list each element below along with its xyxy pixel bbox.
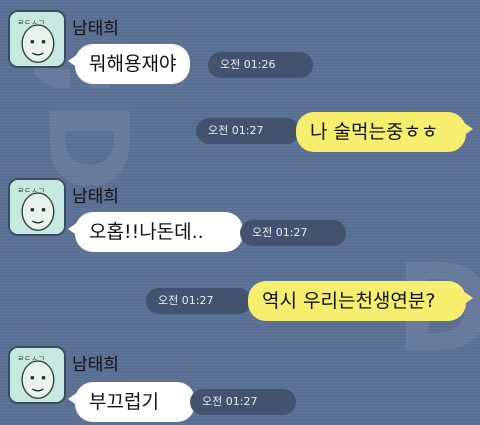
message-bubble[interactable]: 부끄럽기 (68, 382, 195, 422)
message-bubble[interactable]: 뭐해용재야 (67, 44, 191, 84)
svg-text:ㄹㄷㅅㄱ: ㄹㄷㅅㄱ (17, 18, 44, 27)
message-time: 오전 01:27 (240, 220, 346, 246)
message-bubble[interactable]: 나 술먹는중ㅎㅎ (296, 112, 473, 152)
profile-face-icon: ㄹㄷㅅㄱ (10, 12, 64, 66)
sender-name: 남태희 (72, 187, 119, 207)
sender-avatar[interactable]: ㄹㄷㅅㄱ (8, 346, 66, 404)
message-bubble[interactable]: 오홉!!나돈데.. (68, 212, 243, 252)
sender-name: 남태희 (72, 355, 119, 375)
message-time: 오전 01:26 (208, 52, 313, 78)
svg-text:ㄹㄷㅅㄱ: ㄹㄷㅅㄱ (17, 186, 44, 195)
message-time: 오전 01:27 (146, 288, 252, 314)
profile-face-icon: ㄹㄷㅅㄱ (10, 348, 64, 402)
message-time: 오전 01:27 (196, 118, 300, 144)
svg-text:ㄹㄷㅅㄱ: ㄹㄷㅅㄱ (17, 354, 44, 363)
sender-avatar[interactable]: ㄹㄷㅅㄱ (8, 178, 66, 236)
sender-name: 남태희 (72, 19, 119, 39)
profile-face-icon: ㄹㄷㅅㄱ (10, 180, 64, 234)
sender-avatar[interactable]: ㄹㄷㅅㄱ (8, 10, 66, 68)
message-bubble[interactable]: 역시 우리는천생연분? (248, 281, 473, 321)
message-time: 오전 01:27 (190, 389, 296, 415)
